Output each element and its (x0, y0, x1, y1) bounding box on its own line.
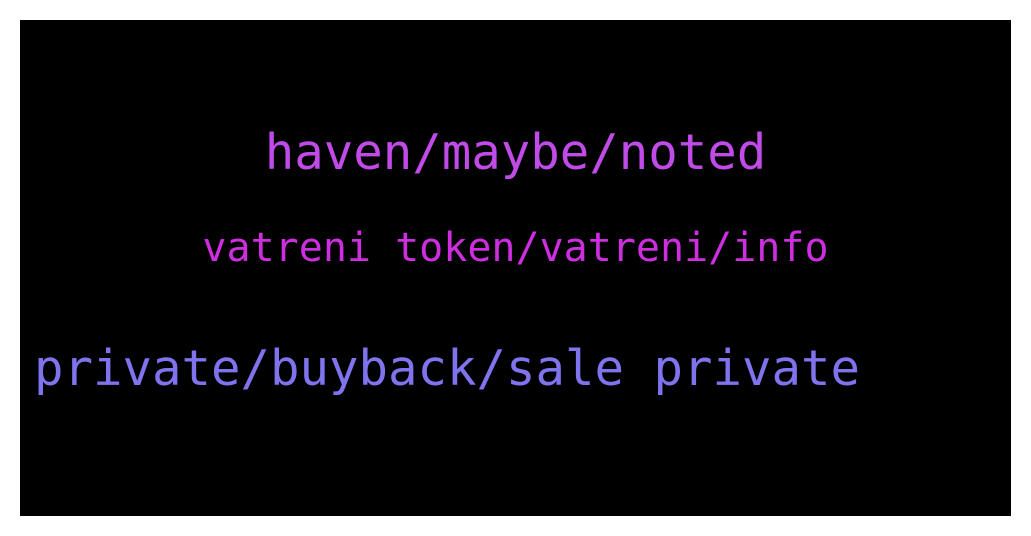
word-cloud-canvas: haven/maybe/noted vatreni token/vatreni/… (20, 20, 1011, 516)
word-cloud-phrase: vatreni token/vatreni/info (202, 225, 829, 271)
word-cloud-phrase: haven/maybe/noted (264, 124, 767, 181)
word-cloud-phrase: private/buyback/sale private (34, 340, 861, 397)
